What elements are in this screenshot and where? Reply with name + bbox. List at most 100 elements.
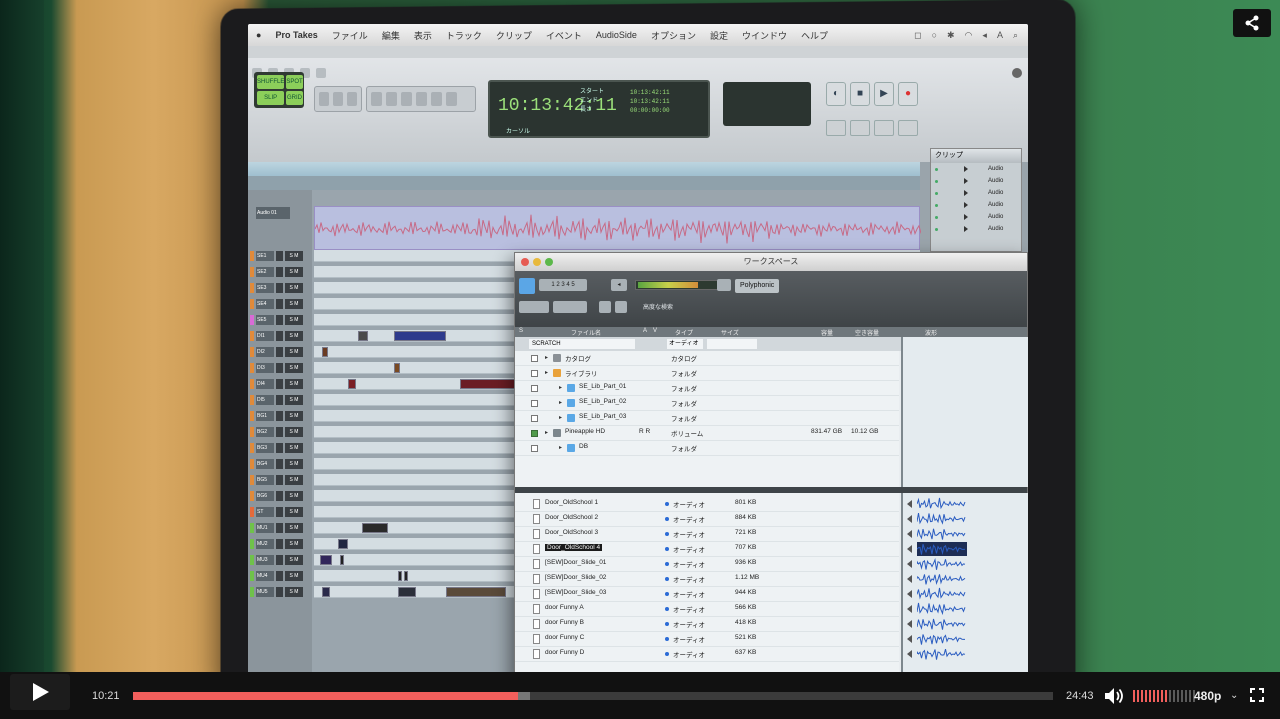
solo-mute-buttons[interactable]: S M bbox=[285, 251, 303, 261]
track-name[interactable]: BG6 bbox=[256, 491, 274, 501]
audio-clip[interactable] bbox=[460, 379, 520, 389]
quality-selector[interactable]: 480p bbox=[1194, 689, 1221, 703]
menu-item[interactable]: ファイル bbox=[332, 29, 368, 42]
disclosure-triangle-icon[interactable]: ▸ bbox=[545, 369, 548, 376]
expand-triangle-icon[interactable] bbox=[964, 190, 968, 196]
track-name[interactable]: MU3 bbox=[256, 555, 274, 565]
audio-clip[interactable] bbox=[320, 555, 332, 565]
audition-speaker-icon[interactable] bbox=[907, 515, 912, 523]
audition-speaker-icon[interactable]: ◂ bbox=[611, 279, 627, 291]
track-header[interactable]: SE2 S M bbox=[248, 266, 312, 278]
waveform-preview[interactable] bbox=[907, 542, 1027, 556]
menu-item[interactable]: ヘルプ bbox=[801, 29, 828, 42]
record-arm-button[interactable] bbox=[276, 363, 283, 373]
solo-mute-buttons[interactable]: S M bbox=[285, 427, 303, 437]
location-row[interactable]: ▸ Pineapple HD R R ボリューム 831.47 GB 10.12 GB bbox=[515, 426, 899, 441]
track-header[interactable]: MU4 S M bbox=[248, 570, 312, 582]
file-row[interactable]: [SEW]Door_Slide_03 オーディオ 944 KB bbox=[515, 587, 899, 602]
timeline-ruler[interactable] bbox=[248, 162, 920, 176]
volume-icon[interactable] bbox=[1104, 686, 1126, 706]
expand-triangle-icon[interactable] bbox=[964, 214, 968, 220]
track-name[interactable]: BG3 bbox=[256, 443, 274, 453]
track-name[interactable]: ST bbox=[256, 507, 274, 517]
file-row[interactable]: door Funny D オーディオ 637 KB bbox=[515, 647, 899, 662]
video-frame[interactable]: ● Pro Takes ファイル 編集 表示 トラック クリップ イベント Au… bbox=[0, 0, 1280, 719]
solo-mute-buttons[interactable]: S M bbox=[285, 491, 303, 501]
audition-speaker-icon[interactable] bbox=[907, 620, 912, 628]
waveform-preview[interactable] bbox=[907, 647, 1027, 661]
audition-speaker-icon[interactable] bbox=[907, 575, 912, 583]
start-value[interactable]: 10:13:42:11 bbox=[630, 88, 670, 97]
file-row[interactable]: door Funny B オーディオ 418 KB bbox=[515, 617, 899, 632]
scrub-tool-icon[interactable] bbox=[431, 92, 442, 106]
record-arm-button[interactable] bbox=[276, 395, 283, 405]
track-header[interactable]: SE3 S M bbox=[248, 282, 312, 294]
workspace-title-bar[interactable]: ワークスペース bbox=[515, 253, 1027, 271]
track-header[interactable]: MU2 S M bbox=[248, 538, 312, 550]
track-name[interactable]: MU1 bbox=[256, 523, 274, 533]
track-name[interactable]: SE5 bbox=[256, 315, 274, 325]
column-free[interactable]: 空き容量 bbox=[855, 328, 879, 337]
record-arm-button[interactable] bbox=[276, 523, 283, 533]
page-down-button[interactable] bbox=[615, 301, 627, 313]
clips-list-title[interactable]: クリップ bbox=[931, 149, 1021, 163]
record-arm-button[interactable] bbox=[276, 507, 283, 517]
track-header[interactable]: DI2 S M bbox=[248, 346, 312, 358]
play-transport-button[interactable]: ▶ bbox=[874, 82, 894, 106]
clip-list-item[interactable]: Audio bbox=[931, 175, 1021, 187]
record-arm-button[interactable] bbox=[276, 491, 283, 501]
track-header[interactable]: SE5 S M bbox=[248, 314, 312, 326]
solo-mute-buttons[interactable]: S M bbox=[285, 411, 303, 421]
track-header[interactable]: BG5 S M bbox=[248, 474, 312, 486]
column-capacity[interactable]: 容量 bbox=[821, 328, 833, 337]
waveform-preview[interactable] bbox=[907, 587, 1027, 601]
record-arm-button[interactable] bbox=[276, 331, 283, 341]
expand-triangle-icon[interactable] bbox=[964, 178, 968, 184]
location-checkbox[interactable] bbox=[531, 355, 538, 362]
record-arm-button[interactable] bbox=[276, 299, 283, 309]
column-size[interactable]: サイズ bbox=[721, 328, 739, 337]
solo-mute-buttons[interactable]: S M bbox=[285, 443, 303, 453]
record-arm-button[interactable] bbox=[276, 411, 283, 421]
solo-mute-buttons[interactable]: S M bbox=[285, 283, 303, 293]
solo-mute-buttons[interactable]: S M bbox=[285, 395, 303, 405]
track-name[interactable]: DI2 bbox=[256, 347, 274, 357]
app-menu[interactable]: Pro Takes bbox=[275, 30, 317, 40]
record-arm-button[interactable] bbox=[276, 379, 283, 389]
track-header[interactable]: DI4 S M bbox=[248, 378, 312, 390]
record-arm-button[interactable] bbox=[276, 251, 283, 261]
advanced-search-toggle[interactable]: 高度な検索 bbox=[643, 302, 673, 311]
track-name[interactable]: SE4 bbox=[256, 299, 274, 309]
solo-mute-buttons[interactable]: S M bbox=[285, 571, 303, 581]
column-a[interactable]: A bbox=[643, 328, 647, 334]
location-checkbox[interactable] bbox=[531, 430, 538, 437]
record-arm-button[interactable] bbox=[276, 571, 283, 581]
toolbar-menu-icon[interactable] bbox=[1012, 68, 1022, 78]
track-name[interactable]: DI1 bbox=[256, 331, 274, 341]
trim-tool-icon[interactable] bbox=[386, 92, 397, 106]
waveform-preview[interactable] bbox=[907, 497, 1027, 511]
search-button[interactable] bbox=[519, 301, 549, 313]
return-to-zero-button[interactable] bbox=[850, 120, 870, 136]
audition-speaker-icon[interactable] bbox=[907, 560, 912, 568]
audition-speaker-icon[interactable] bbox=[907, 500, 912, 508]
grabber-tool-icon[interactable] bbox=[416, 92, 427, 106]
waveform-preview[interactable] bbox=[907, 602, 1027, 616]
rewind-button[interactable] bbox=[826, 120, 846, 136]
location-checkbox[interactable] bbox=[531, 385, 538, 392]
solo-mute-buttons[interactable]: S M bbox=[285, 523, 303, 533]
chevron-down-icon[interactable]: ⌄ bbox=[1230, 690, 1238, 701]
audio-track-lane[interactable] bbox=[314, 206, 922, 250]
waveform-preview[interactable] bbox=[907, 512, 1027, 526]
waveform-preview[interactable] bbox=[907, 527, 1027, 541]
record-arm-button[interactable] bbox=[276, 427, 283, 437]
track-name[interactable]: BG4 bbox=[256, 459, 274, 469]
polyphonic-button[interactable]: Polyphonic bbox=[735, 279, 780, 293]
clip-list-item[interactable]: Audio bbox=[931, 223, 1021, 235]
audio-clip[interactable] bbox=[322, 587, 330, 597]
location-checkbox[interactable] bbox=[531, 400, 538, 407]
track-name[interactable]: DI4 bbox=[256, 379, 274, 389]
fullscreen-icon[interactable] bbox=[1250, 688, 1264, 702]
selector-tool-icon[interactable] bbox=[401, 92, 412, 106]
audio-clip[interactable] bbox=[338, 539, 348, 549]
